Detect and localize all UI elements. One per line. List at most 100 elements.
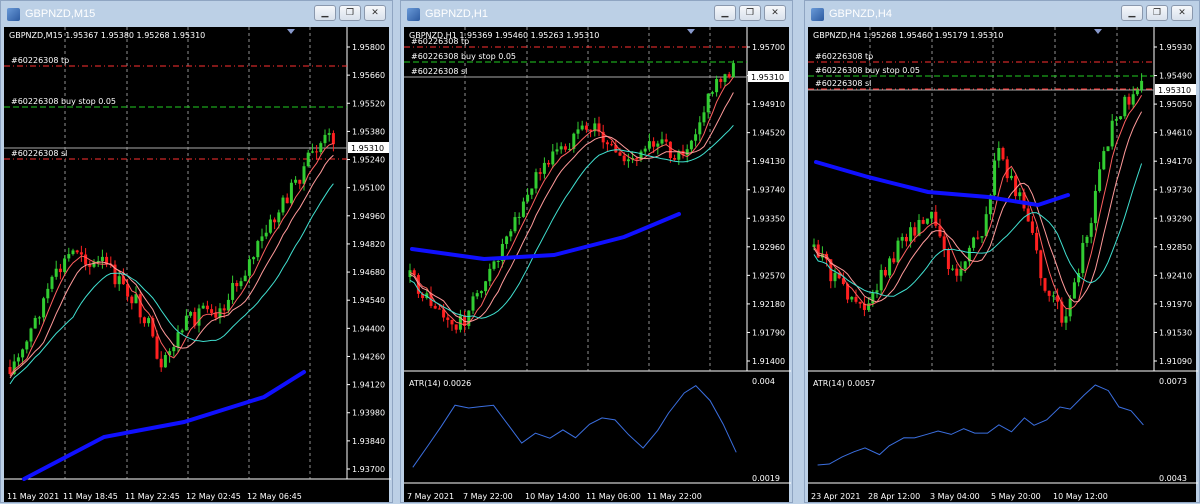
candle-body xyxy=(997,147,1001,161)
restore-button[interactable]: ❐ xyxy=(339,5,361,21)
chart-window-m15[interactable]: GBPNZD,M15 ▁ ❐ ✕ GBPNZD,M15 1.95367 1.95… xyxy=(0,0,393,503)
candle-body xyxy=(1123,96,1127,117)
candle-body xyxy=(197,308,201,326)
candle-body xyxy=(285,197,289,204)
candle-body xyxy=(446,317,450,320)
price-axis-label: 1.94170 xyxy=(1159,157,1192,166)
ma-fast-line xyxy=(9,143,334,377)
candle-body xyxy=(180,330,184,333)
time-axis-label: 23 Apr 2021 xyxy=(811,492,860,501)
chart-window-h4[interactable]: GBPNZD,H4 ▁ ❐ ✕ GBPNZD,H4 1.95268 1.9546… xyxy=(804,0,1200,503)
ma-slow-line xyxy=(409,124,734,319)
atr-line xyxy=(412,385,737,468)
minimize-button[interactable]: ▁ xyxy=(714,5,736,21)
candle-body xyxy=(222,308,226,311)
candle-body xyxy=(247,259,251,276)
close-icon: ✕ xyxy=(371,7,379,18)
candle-body xyxy=(155,336,159,359)
time-axis-label: 11 May 2021 xyxy=(7,492,59,501)
chart-area[interactable]: GBPNZD,H1 1.95369 1.95460 1.95263 1.9531… xyxy=(404,27,791,504)
price-axis-label: 1.93350 xyxy=(752,214,785,223)
candle-body xyxy=(210,309,214,313)
price-axis-label: 1.91090 xyxy=(1159,357,1192,366)
close-button[interactable]: ✕ xyxy=(1171,5,1193,21)
candle-body xyxy=(660,139,664,144)
atr-min-label: 0.0019 xyxy=(752,474,780,483)
candle-body xyxy=(256,241,260,258)
candle-body xyxy=(526,194,530,202)
candle-body xyxy=(130,296,134,304)
candle-body xyxy=(850,296,854,300)
current-price-tag: 1.95310 xyxy=(351,144,384,153)
candle-body xyxy=(289,182,293,204)
candle-body xyxy=(33,317,37,329)
chart-window-h1[interactable]: GBPNZD,H1 ▁ ❐ ✕ GBPNZD,H1 1.95369 1.9546… xyxy=(400,0,793,503)
candle-body xyxy=(921,219,925,224)
candle-body xyxy=(1106,146,1110,152)
window-title: GBPNZD,M15 xyxy=(25,8,96,20)
candle-body xyxy=(437,308,441,310)
price-chart[interactable]: GBPNZD,H4 1.95268 1.95460 1.95179 1.9531… xyxy=(808,27,1198,504)
candle-body xyxy=(1001,147,1005,160)
atr-label: ATR(14) 0.0026 xyxy=(409,379,471,388)
price-axis-label: 1.94820 xyxy=(352,240,385,249)
candle-body xyxy=(496,260,500,262)
title-bar[interactable]: GBPNZD,M15 ▁ ❐ ✕ xyxy=(1,1,392,27)
restore-button[interactable]: ❐ xyxy=(739,5,761,21)
chart-area[interactable]: GBPNZD,M15 1.95367 1.95380 1.95268 1.953… xyxy=(4,27,391,504)
candle-body xyxy=(1135,89,1139,95)
price-chart[interactable]: GBPNZD,M15 1.95367 1.95380 1.95268 1.953… xyxy=(4,27,391,504)
buy-stop-label: #60226308 buy stop 0.05 xyxy=(411,52,516,61)
time-axis-label: 11 May 22:00 xyxy=(647,492,702,501)
candle-body xyxy=(16,357,20,362)
price-chart[interactable]: GBPNZD,H1 1.95369 1.95460 1.95263 1.9531… xyxy=(404,27,791,504)
price-axis-label: 1.93730 xyxy=(1159,186,1192,195)
tp-label: #60226308 tp xyxy=(815,52,873,61)
candle-body xyxy=(454,324,458,330)
sl-label: #60226308 sl xyxy=(411,67,467,76)
candle-body xyxy=(1051,295,1055,297)
candle-body xyxy=(21,349,25,358)
price-axis-label: 1.92570 xyxy=(752,271,785,280)
candle-body xyxy=(888,258,892,276)
candle-body xyxy=(925,218,929,224)
candle-body xyxy=(1068,298,1072,317)
symbol-info: GBPNZD,H4 1.95268 1.95460 1.95179 1.9531… xyxy=(813,31,1003,40)
title-bar[interactable]: GBPNZD,H4 ▁ ❐ ✕ xyxy=(805,1,1199,27)
sl-label: #60226308 sl xyxy=(815,79,871,88)
minimize-button[interactable]: ▁ xyxy=(314,5,336,21)
candle-body xyxy=(854,296,858,302)
time-axis-label: 12 May 06:45 xyxy=(247,492,302,501)
price-axis-label: 1.94960 xyxy=(352,212,385,221)
candle-body xyxy=(1114,119,1118,121)
restore-button[interactable]: ❐ xyxy=(1146,5,1168,21)
candle-body xyxy=(319,143,323,153)
candle-body xyxy=(698,122,702,135)
ma-mid-line xyxy=(9,154,334,379)
window-title: GBPNZD,H1 xyxy=(425,8,488,20)
close-button[interactable]: ✕ xyxy=(364,5,386,21)
candle-body xyxy=(226,299,230,311)
atr-max-label: 0.004 xyxy=(752,377,775,386)
ma-mid-line xyxy=(813,111,1143,303)
candle-body xyxy=(547,162,551,165)
close-button[interactable]: ✕ xyxy=(764,5,786,21)
candle-body xyxy=(268,219,272,233)
candle-body xyxy=(576,129,580,134)
title-bar[interactable]: GBPNZD,H1 ▁ ❐ ✕ xyxy=(401,1,792,27)
candle-body xyxy=(408,270,412,277)
minimize-icon: ▁ xyxy=(1128,7,1136,18)
price-axis-label: 1.95930 xyxy=(1159,43,1192,52)
candle-body xyxy=(509,231,513,237)
atr-max-label: 0.0073 xyxy=(1159,377,1187,386)
minimize-button[interactable]: ▁ xyxy=(1121,5,1143,21)
candle-body xyxy=(904,236,908,242)
candle-body xyxy=(327,133,331,135)
candle-body xyxy=(643,148,647,152)
price-axis-label: 1.94610 xyxy=(1159,129,1192,138)
candle-body xyxy=(900,236,904,241)
tp-label: #60226308 tp xyxy=(11,56,69,65)
chart-area[interactable]: GBPNZD,H4 1.95268 1.95460 1.95179 1.9531… xyxy=(808,27,1198,504)
candle-body xyxy=(605,142,609,145)
restore-icon: ❐ xyxy=(1152,7,1162,18)
